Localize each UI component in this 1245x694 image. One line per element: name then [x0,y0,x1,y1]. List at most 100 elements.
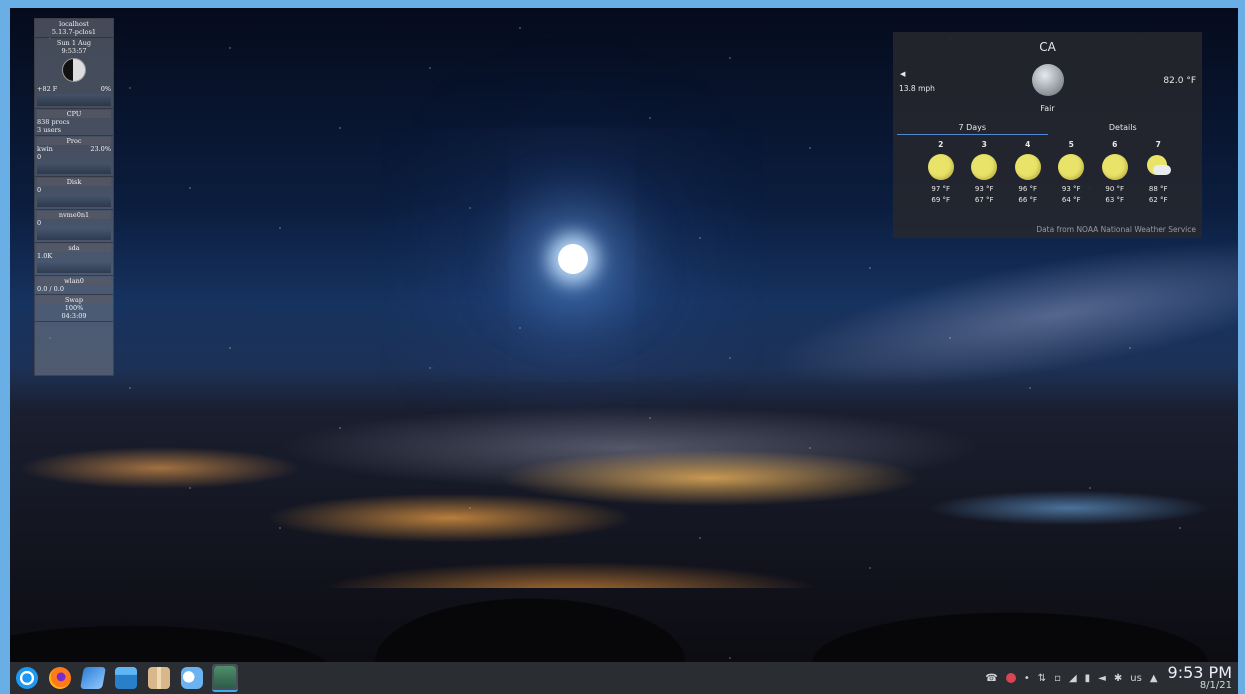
notification-stop-icon[interactable] [1005,673,1016,683]
drive-sync-icon [80,667,106,689]
firefox-icon [49,667,71,689]
cpu-header: CPU [37,110,111,118]
clear-night-moon-icon [1032,64,1064,96]
nvme-graph [37,228,111,240]
tray-expand-icon[interactable]: ▲ [1150,673,1158,684]
monitor-percent: 0% [100,85,111,93]
proc-section: Proc kwin 23.0% 0 [35,136,113,177]
forecast-day-number: 6 [1112,140,1118,149]
phone-connect-icon[interactable]: ☎ [985,673,997,684]
active-window-button[interactable] [212,664,238,692]
activity-graph [37,94,111,106]
top-process-usage: 23.0% [90,145,111,153]
current-temperature: 82.0 °F [1163,76,1196,86]
forecast-day-number: 7 [1155,140,1161,149]
sda-header: sda [37,244,111,252]
wallpaper-moon [558,244,588,274]
disk-section: Disk 0 [35,177,113,210]
nvme-value: 0 [37,219,42,227]
wind-arrow-icon: ◀ [900,70,906,78]
disk-value: 0 [37,186,42,194]
monitor-date: Sun 1 Aug [56,39,92,47]
weather-tabs: 7 Days Details [897,122,1198,135]
forecast-low: 64 °F [1061,196,1081,204]
current-condition: Fair [1040,104,1055,113]
network-signal-icon[interactable]: ◢ [1069,673,1077,684]
keyboard-layout-indicator[interactable]: us [1130,673,1142,684]
partly-cloudy-icon [1145,154,1172,180]
clipboard-icon[interactable]: ▫ [1054,673,1061,684]
forecast-day-number: 4 [1025,140,1031,149]
forecast-day-number: 5 [1068,140,1074,149]
proc-graph [37,162,111,174]
clock-date: 8/1/21 [1199,680,1232,691]
cpu-section: CPU 838 procs 3 users [35,109,113,136]
swap-percent: 100% [64,304,84,312]
uptime: 04:3:09 [61,312,87,320]
proc-value: 0 [37,153,42,161]
process-count: 838 procs [37,118,70,126]
tab-details[interactable]: Details [1048,122,1199,135]
forecast-high: 93 °F [1061,185,1081,193]
application-launcher-button[interactable] [14,665,40,691]
forecast-low: 67 °F [974,196,994,204]
hostname: localhost [59,20,89,28]
sunny-icon [927,154,954,180]
clock-section: Sun 1 Aug 9:53:57 +82 F 0% [35,38,113,109]
forecast-high: 97 °F [931,185,951,193]
forecast-low: 66 °F [1018,196,1038,204]
forecast-day: 2 97 °F 69 °F [919,140,963,206]
forecast-day: 5 93 °F 64 °F [1050,140,1094,206]
top-process: kwin [37,145,53,153]
weather-widget[interactable]: CA ◀ 13.8 mph 82.0 °F Fair 7 Days Detail… [893,32,1202,238]
forecast-day: 4 96 °F 66 °F [1006,140,1050,206]
system-monitor-widget[interactable]: localhost 5.13.7-pclos1 Sun 1 Aug 9:53:5… [34,18,114,376]
swap-header: Swap [37,296,111,304]
tab-7-days[interactable]: 7 Days [897,122,1048,135]
sunny-icon [1101,154,1128,180]
forecast-days: 2 97 °F 69 °F 3 93 °F 67 °F 4 96 °F 66 °… [919,140,1180,206]
sda-section: sda 1.0K [35,243,113,276]
monitor-temp: +82 F [37,85,58,93]
archive-manager-button[interactable] [146,665,172,691]
battery-icon[interactable]: ▮ [1085,673,1091,684]
taskbar: ☎ • ⇅ ▫ ◢ ▮ ◄ ✱ us ▲ 9:53 PM 8/1/21 [10,662,1238,694]
firefox-button[interactable] [47,665,73,691]
forecast-low: 69 °F [931,196,951,204]
user-count: 3 users [37,126,62,134]
nvme-header: nvme0n1 [37,211,111,219]
swap-section: Swap 100% 04:3:09 [35,295,113,322]
sunny-icon [971,154,998,180]
forecast-high: 90 °F [1105,185,1125,193]
forecast-low: 62 °F [1148,196,1168,204]
digital-clock[interactable]: 9:53 PM 8/1/21 [1168,665,1232,691]
system-tray: ☎ • ⇅ ▫ ◢ ▮ ◄ ✱ us ▲ 9:53 PM 8/1/21 [981,662,1238,694]
wind-speed: 13.8 mph [899,84,935,93]
forecast-day-number: 2 [938,140,944,149]
file-manager-icon [115,667,137,689]
sunny-icon [1014,154,1041,180]
application-launcher-icon [16,667,38,689]
chat-app-button[interactable] [179,665,205,691]
weather-location: CA [1039,40,1056,54]
disk-header: Disk [37,178,111,186]
forecast-high: 93 °F [974,185,994,193]
clock-time: 9:53 PM [1167,663,1232,682]
volume-icon[interactable]: ◄ [1098,673,1106,684]
wallpaper-hills [10,542,1238,662]
file-manager-button[interactable] [113,665,139,691]
kernel-version: 5.13.7-pclos1 [51,28,97,36]
sda-graph [37,261,111,273]
wlan-rate: 0.0 / 0.0 [37,285,64,293]
wlan-header: wlan0 [37,277,111,285]
host-section: localhost 5.13.7-pclos1 [35,19,113,38]
nvme-section: nvme0n1 0 [35,210,113,243]
drive-sync-button[interactable] [80,665,106,691]
bluetooth-icon[interactable]: ✱ [1114,673,1122,684]
sunny-icon [1058,154,1085,180]
weather-data-credit[interactable]: Data from NOAA National Weather Service [1036,225,1196,234]
wlan-section: wlan0 0.0 / 0.0 [35,276,113,295]
usb-device-icon[interactable]: ⇅ [1038,673,1046,684]
dot-indicator-icon[interactable]: • [1024,673,1030,684]
disk-graph [37,195,111,207]
